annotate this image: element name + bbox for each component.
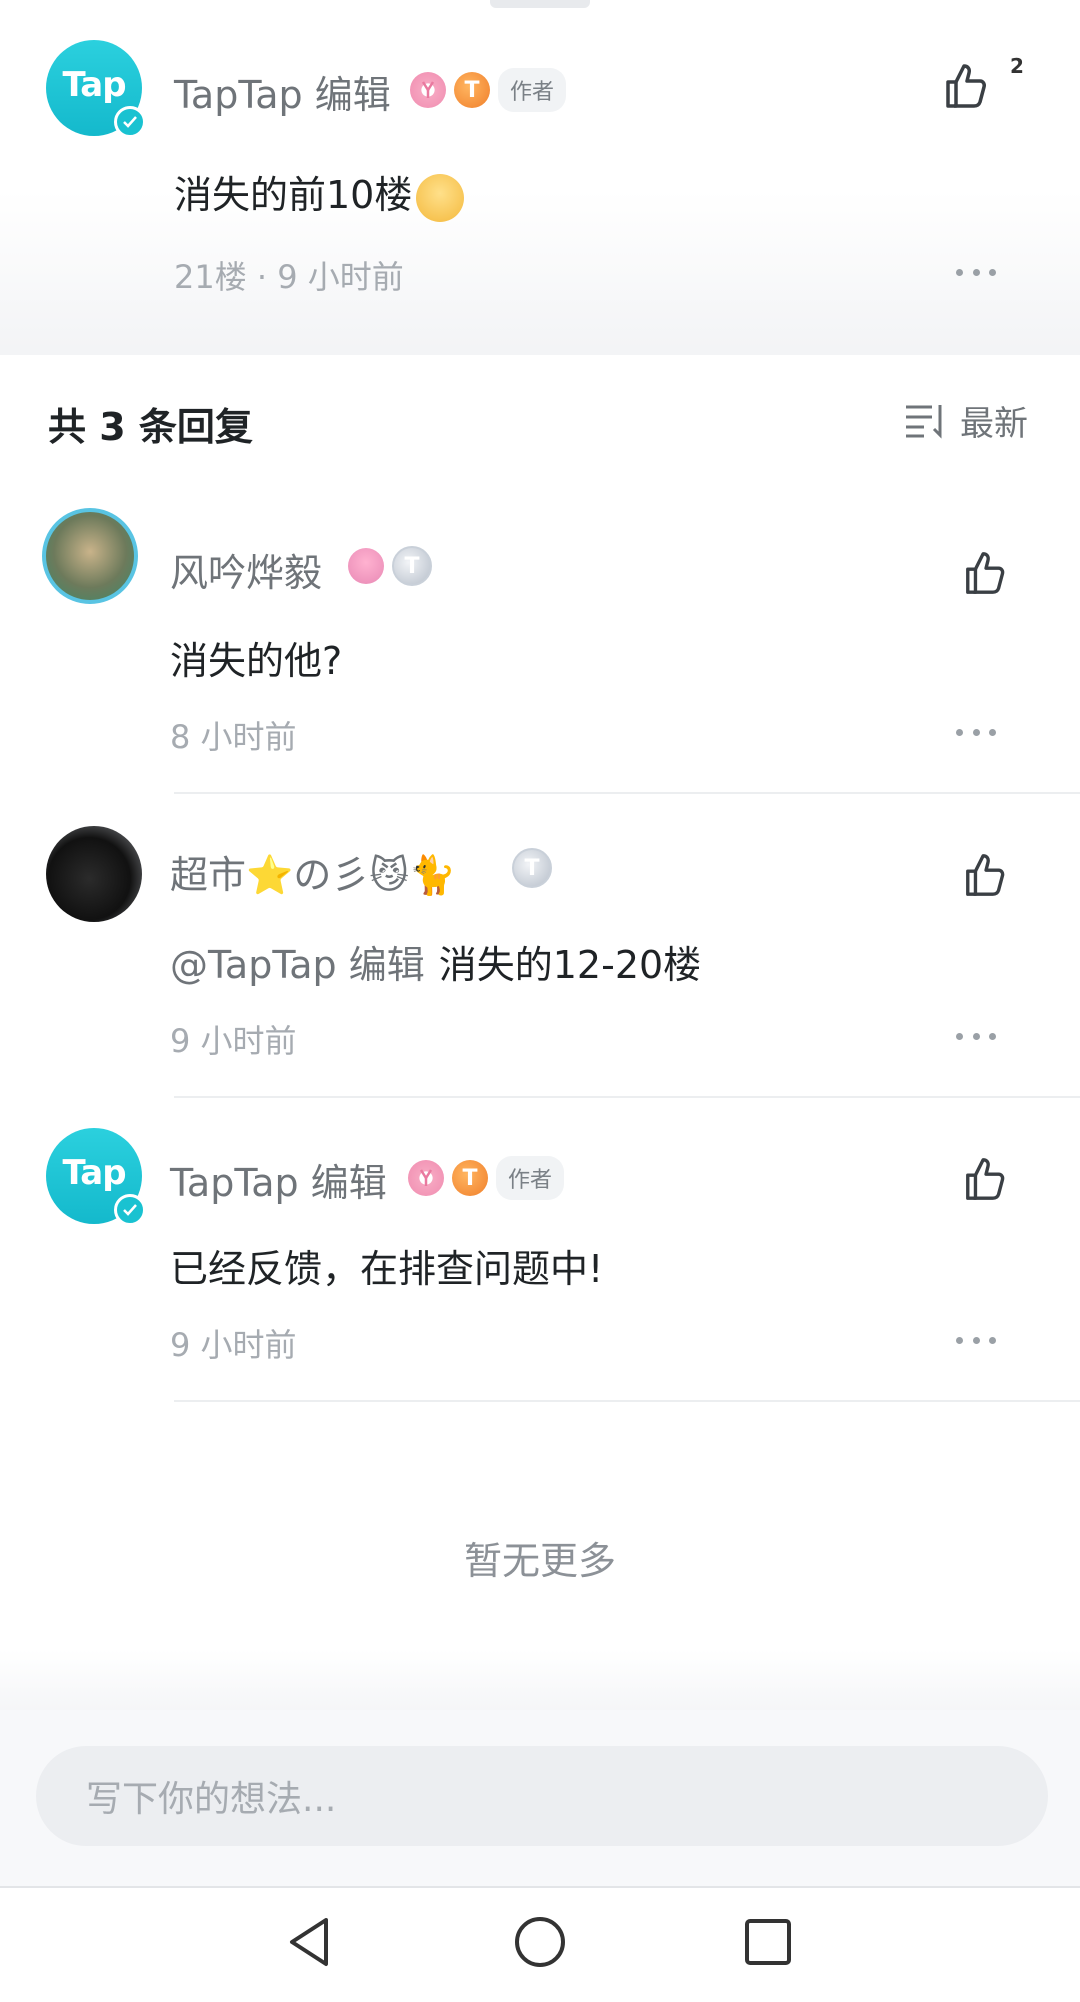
reply-author-name[interactable]: 风吟烨毅: [170, 542, 322, 597]
thumbs-up-icon: [946, 64, 986, 108]
reply-like-button[interactable]: [962, 548, 1022, 608]
avatar-tap-logo: Tap: [62, 65, 126, 105]
verified-check-icon: [114, 106, 146, 138]
op-like-button[interactable]: [942, 60, 1002, 120]
op-content: 消失的前10楼: [174, 164, 465, 222]
reply-avatar[interactable]: [46, 826, 142, 922]
op-more-icon[interactable]: [956, 266, 996, 278]
reply-badges: T: [512, 848, 552, 888]
reply-badges: T: [348, 546, 432, 586]
medal-tap-level-icon[interactable]: T: [392, 546, 432, 586]
medal-pink-icon[interactable]: [410, 72, 446, 108]
reply-avatar[interactable]: Tap: [46, 1128, 146, 1226]
nav-recent-button[interactable]: [738, 1912, 798, 1972]
reply-time: 8 小时前: [170, 718, 297, 756]
square-recent-icon: [745, 1919, 791, 1965]
sort-label: 最新: [960, 404, 1028, 444]
reply-more-icon[interactable]: [956, 1334, 996, 1346]
medal-tap-level-icon[interactable]: T: [512, 848, 552, 888]
reply-content: @TapTap 编辑 消失的12-20楼: [170, 934, 701, 989]
medal-pink-icon[interactable]: [408, 1160, 444, 1196]
medal-tap-level-icon[interactable]: T: [454, 72, 490, 108]
reply-like-button[interactable]: [962, 850, 1022, 910]
op-content-text: 消失的前10楼: [174, 173, 413, 217]
reply-divider: [174, 1400, 1080, 1402]
op-author-name[interactable]: TapTap 编辑: [174, 64, 391, 119]
reply-divider: [174, 792, 1080, 794]
nav-back-button[interactable]: [280, 1912, 340, 1972]
reply-badges: T 作者: [408, 1156, 565, 1200]
thumbs-up-icon: [966, 1158, 1005, 1200]
sort-button[interactable]: 最新: [904, 396, 1028, 445]
reply-author-name[interactable]: TapTap 编辑: [170, 1152, 387, 1207]
reply-like-button[interactable]: [962, 1154, 1022, 1214]
verified-check-icon: [114, 1194, 146, 1226]
op-avatar[interactable]: Tap: [46, 40, 146, 138]
op-meta: 21楼 · 9 小时前: [174, 258, 404, 296]
medal-tap-level-icon[interactable]: T: [452, 1160, 488, 1196]
reply-avatar[interactable]: [42, 508, 138, 604]
sheet-drag-handle[interactable]: [490, 0, 590, 8]
thumbs-up-icon: [966, 854, 1005, 896]
thumbs-up-icon: [966, 552, 1005, 594]
op-like-count: 2: [1010, 54, 1024, 78]
avatar-tap-logo: Tap: [62, 1153, 126, 1193]
sort-lines-icon: [906, 404, 942, 439]
section-gap: [0, 345, 1080, 355]
composer-fade: [0, 1650, 1080, 1710]
nav-home-button[interactable]: [510, 1912, 570, 1972]
author-tag: 作者: [498, 68, 567, 112]
reply-content: 消失的他?: [170, 639, 343, 683]
mention-link[interactable]: @TapTap 编辑: [170, 943, 425, 987]
op-background-fade: [0, 190, 1080, 350]
reply-content: 已经反馈，在排查问题中!: [170, 1247, 604, 1291]
reply-divider: [174, 1096, 1080, 1098]
comment-input[interactable]: 写下你的想法...: [36, 1746, 1048, 1846]
triangle-back-icon: [290, 1918, 328, 1966]
author-tag: 作者: [496, 1156, 565, 1200]
replies-count-title: 共 3 条回复: [48, 405, 253, 449]
reply-more-icon[interactable]: [956, 726, 996, 738]
no-more-label: 暂无更多: [463, 1539, 616, 1583]
reply-time: 9 小时前: [170, 1326, 297, 1364]
reply-content-text: 消失的12-20楼: [438, 943, 702, 987]
medal-cactus-icon[interactable]: [348, 548, 384, 584]
crying-sticker-icon: [416, 173, 465, 222]
circle-home-icon: [515, 1917, 565, 1967]
comment-detail-page: Tap TapTap 编辑 T 作者 2 消失的前10楼 21楼 · 9 小时前…: [0, 0, 1080, 2002]
op-badges: T 作者: [410, 68, 567, 112]
reply-author-name[interactable]: 超市⭐の彡😼🐈: [170, 844, 456, 899]
reply-time: 9 小时前: [170, 1022, 297, 1060]
reply-more-icon[interactable]: [956, 1030, 996, 1042]
